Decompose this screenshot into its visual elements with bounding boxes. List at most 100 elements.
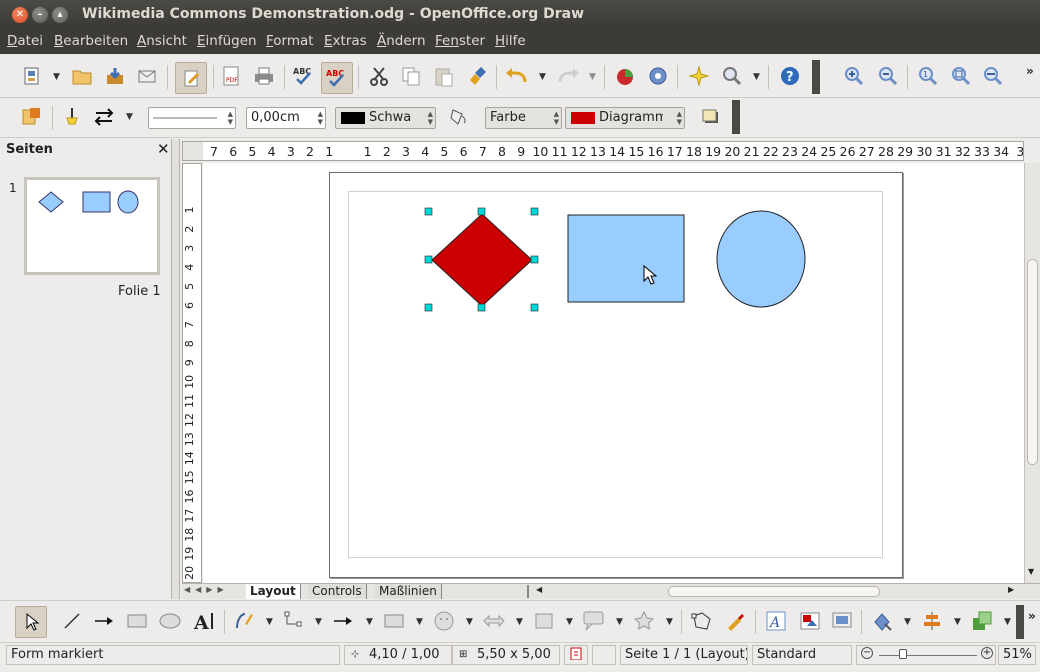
tab-navigation-icon[interactable]: ◀◀▶▶: [184, 585, 229, 594]
help-icon[interactable]: ?: [776, 62, 804, 90]
new-dropdown-icon[interactable]: ▼: [53, 72, 60, 82]
zoom-page-width-icon[interactable]: [979, 62, 1007, 90]
cut-icon[interactable]: [365, 62, 393, 90]
toolbar-grip[interactable]: [1016, 605, 1024, 639]
zoom-in-small-icon[interactable]: +: [981, 647, 993, 659]
block-arrows-icon[interactable]: [480, 607, 508, 635]
selection-handle[interactable]: [530, 207, 539, 216]
scroll-right-icon[interactable]: ▶: [1008, 585, 1014, 594]
selection-handle[interactable]: [424, 255, 433, 264]
menu-format[interactable]: Format: [266, 33, 314, 49]
toolbar-overflow-icon[interactable]: »: [1026, 64, 1034, 78]
line-tool-icon[interactable]: [58, 607, 86, 635]
menu-ansicht[interactable]: Ansicht: [137, 33, 187, 49]
zoom-page-icon[interactable]: [947, 62, 975, 90]
stars-icon[interactable]: [630, 607, 658, 635]
undo-icon[interactable]: [503, 62, 531, 90]
ruler-origin[interactable]: [183, 142, 203, 161]
close-pane-icon[interactable]: ✕: [157, 140, 170, 158]
menu-datei[interactable]: Datei: [7, 33, 43, 49]
arrow-style-icon[interactable]: [90, 103, 118, 131]
selection-handle[interactable]: [530, 303, 539, 312]
digital-signature-field[interactable]: [592, 645, 616, 665]
menu-bearbeiten[interactable]: Bearbeiten: [54, 33, 128, 49]
spellcheck-icon[interactable]: ABC: [290, 62, 318, 90]
styles-icon[interactable]: [18, 103, 46, 131]
connector-dropdown-icon[interactable]: ▼: [315, 617, 322, 627]
scrollbar-thumb[interactable]: [1027, 259, 1038, 465]
window-close-button[interactable]: ✕: [12, 7, 28, 23]
redo-icon[interactable]: [554, 62, 582, 90]
zoom-out-small-icon[interactable]: −: [861, 647, 873, 659]
rectangle-shape[interactable]: [567, 214, 685, 303]
ellipse-tool-icon[interactable]: [156, 607, 184, 635]
toolbar-grip[interactable]: [732, 100, 740, 134]
zoom-dropdown-icon[interactable]: ▼: [753, 72, 760, 82]
tab-layout[interactable]: Layout: [246, 584, 301, 599]
slide-thumbnail[interactable]: [24, 177, 160, 275]
flowchart-dropdown-icon[interactable]: ▼: [566, 617, 573, 627]
zoom-out-icon[interactable]: [874, 62, 902, 90]
fontwork-icon[interactable]: A: [762, 607, 790, 635]
chart-icon[interactable]: [611, 62, 639, 90]
toolbar-overflow-icon[interactable]: »: [1028, 609, 1036, 623]
navigator-icon[interactable]: [644, 62, 672, 90]
area-color-select[interactable]: Diagramm ▲ ▼: [565, 107, 685, 129]
line-color-select[interactable]: Schwa ▲ ▼: [335, 107, 436, 129]
gluepoints-icon[interactable]: [685, 62, 713, 90]
basic-shapes-dropdown-icon[interactable]: ▼: [416, 617, 423, 627]
scroll-down-icon[interactable]: ▼: [1028, 567, 1034, 576]
callouts-dropdown-icon[interactable]: ▼: [616, 617, 623, 627]
pane-splitter[interactable]: [172, 139, 180, 599]
align-icon[interactable]: [918, 607, 946, 635]
arrange-icon[interactable]: [968, 607, 996, 635]
zoom-slider[interactable]: − +: [856, 645, 996, 665]
flowchart-icon[interactable]: [530, 607, 558, 635]
line-style-select[interactable]: ▲ ▼: [148, 107, 236, 129]
line-arrow-tool-icon[interactable]: [90, 607, 118, 635]
scroll-left-icon[interactable]: ◀: [536, 585, 542, 594]
stars-dropdown-icon[interactable]: ▼: [666, 617, 673, 627]
tab-controls[interactable]: Controls: [308, 584, 367, 599]
window-minimize-button[interactable]: –: [32, 7, 48, 23]
diamond-shape[interactable]: [431, 213, 533, 307]
area-icon[interactable]: [444, 103, 472, 131]
redo-dropdown-icon[interactable]: ▼: [589, 72, 596, 82]
vertical-scrollbar[interactable]: ▼: [1024, 163, 1040, 583]
callouts-icon[interactable]: [580, 607, 608, 635]
points-icon[interactable]: [688, 607, 716, 635]
menu-aendern[interactable]: Ändern: [377, 33, 426, 49]
menu-hilfe[interactable]: Hilfe: [495, 33, 526, 49]
zoom-in-icon[interactable]: [840, 62, 868, 90]
symbol-shapes-dropdown-icon[interactable]: ▼: [466, 617, 473, 627]
selection-handle[interactable]: [530, 255, 539, 264]
align-dropdown-icon[interactable]: ▼: [954, 617, 961, 627]
zoom-100-icon[interactable]: 1: [914, 62, 942, 90]
toolbar-grip[interactable]: [812, 60, 820, 94]
window-maximize-button[interactable]: ▴: [52, 7, 68, 23]
undo-dropdown-icon[interactable]: ▼: [539, 72, 546, 82]
format-paintbrush-icon[interactable]: [464, 62, 492, 90]
zoom-icon[interactable]: [718, 62, 746, 90]
selection-handle[interactable]: [424, 303, 433, 312]
curve-dropdown-icon[interactable]: ▼: [266, 617, 273, 627]
menu-einfuegen[interactable]: Einfügen: [197, 33, 257, 49]
arrange-dropdown-icon[interactable]: ▼: [1004, 617, 1011, 627]
open-folder-icon[interactable]: [68, 62, 96, 90]
edit-file-icon[interactable]: [175, 62, 207, 94]
gallery-icon[interactable]: [828, 607, 856, 635]
new-document-icon[interactable]: [18, 62, 46, 90]
zoom-slider-knob[interactable]: [899, 649, 907, 659]
copy-icon[interactable]: [397, 62, 425, 90]
horizontal-scrollbar-thumb[interactable]: [668, 586, 880, 597]
rectangle-tool-icon[interactable]: [123, 607, 151, 635]
area-style-select[interactable]: Farbe ▲ ▼: [485, 107, 562, 129]
status-zoom[interactable]: 51%: [998, 645, 1036, 665]
line-width-field[interactable]: 0,00cm ▲ ▼: [246, 107, 326, 129]
line-icon[interactable]: [58, 103, 86, 131]
selection-handle[interactable]: [477, 207, 486, 216]
tab-dimension-lines[interactable]: Maßlinien: [375, 584, 442, 599]
tab-splitter[interactable]: [527, 585, 529, 598]
select-icon[interactable]: [15, 606, 47, 638]
connector-tool-icon[interactable]: [279, 607, 307, 635]
